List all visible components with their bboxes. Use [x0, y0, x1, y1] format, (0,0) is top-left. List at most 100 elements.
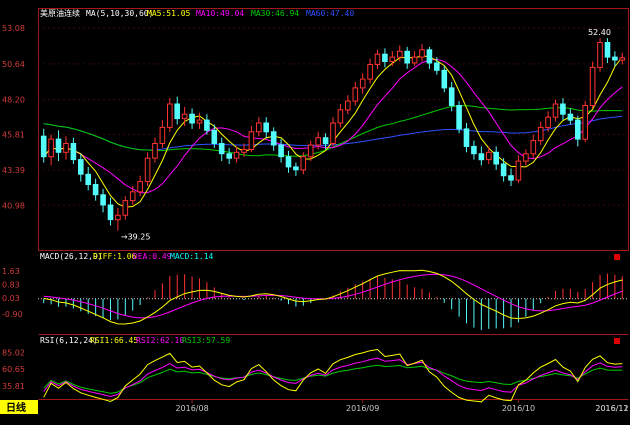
candle-up — [137, 181, 143, 193]
candle-down — [226, 153, 232, 159]
candle-up — [337, 109, 344, 124]
rsi-tick-label: 35.81 — [2, 382, 25, 391]
candle-down — [174, 103, 180, 120]
candle-down — [322, 137, 329, 145]
rsi-tick-label: 60.65 — [2, 365, 25, 374]
candle-up — [63, 143, 69, 153]
low-price-label: →39.25 — [121, 233, 151, 242]
candle-up — [367, 64, 373, 80]
macd-tick-label: 0.03 — [2, 294, 20, 303]
candle-down — [40, 135, 47, 158]
macd-tick-label: 1.63 — [2, 267, 20, 276]
rsi3-legend: RSI3:57.59 — [182, 336, 230, 345]
candle-down — [493, 151, 499, 165]
ma10-legend: MA10:49.04 — [196, 9, 244, 18]
candle-down — [285, 156, 292, 168]
candle-up — [115, 214, 121, 221]
rsi-panel-marker[interactable] — [614, 338, 620, 344]
candle-up — [167, 103, 173, 128]
candle-down — [218, 143, 225, 155]
candle-up — [307, 144, 314, 158]
candle-down — [382, 53, 388, 63]
macd-value-legend: MACD:1.14 — [170, 252, 214, 261]
candle-up — [589, 66, 596, 106]
candle-down — [85, 173, 92, 186]
candle-up — [159, 126, 166, 145]
candle-up — [181, 113, 188, 120]
candle-up — [619, 57, 626, 61]
candle-down — [100, 194, 106, 206]
ma30-legend: MA30:46.94 — [251, 9, 299, 18]
candle-up — [345, 100, 351, 111]
candle-up — [330, 122, 336, 144]
candle-down — [471, 145, 477, 155]
time-tick-label: 2016/12 — [595, 404, 628, 413]
candle-up — [597, 42, 603, 68]
candle-up — [315, 137, 321, 146]
candle-up — [233, 151, 240, 159]
candle-up — [359, 78, 366, 89]
candle-down — [508, 175, 514, 181]
price-tick-label: 40.98 — [2, 201, 25, 210]
candle-up — [411, 56, 418, 64]
rsi-legend: RSI(6,12,24) RSI1:66.45 RSI2:62.10 RSI3:… — [40, 336, 230, 345]
price-tick-label: 48.20 — [2, 96, 25, 105]
rsi1-legend: RSI1:66.45 — [90, 336, 138, 345]
candle-down — [426, 49, 433, 64]
ma5-legend: MA5:51.05 — [147, 9, 191, 18]
time-tick-label: 2016/09 — [346, 404, 379, 413]
candle-up — [48, 138, 54, 158]
price-tick-label: 43.39 — [2, 166, 25, 175]
period-tab-label: 日线 — [6, 401, 26, 414]
price-tick-label: 45.81 — [2, 131, 25, 140]
candle-up — [486, 151, 492, 161]
candle-up — [582, 105, 589, 140]
macd-tick-label: 0.83 — [2, 281, 20, 290]
candle-down — [55, 138, 62, 153]
candle-down — [456, 105, 462, 130]
rsi-y-ticks: 85.02 60.65 35.81 — [2, 349, 25, 391]
candle-up — [300, 156, 307, 171]
candle-up — [397, 50, 403, 58]
candle-up — [530, 140, 537, 155]
candle-down — [434, 62, 440, 71]
candle-down — [92, 184, 99, 196]
candle-down — [463, 128, 470, 147]
candle-up — [241, 148, 247, 153]
candle-down — [448, 87, 455, 107]
price-legend: 美原油连续 MA(5,10,30,60) MA5:51.05 MA10:49.0… — [40, 8, 354, 18]
candle-down — [278, 144, 284, 158]
instrument-name: 美原油连续 — [40, 8, 80, 18]
macd-legend: MACD(26,12,9) DIFF:1.06 DEA:0.49 MACD:1.… — [40, 252, 214, 261]
ma-indicator-label: MA(5,10,30,60) — [86, 9, 153, 18]
candle-up — [352, 87, 359, 102]
candle-down — [604, 42, 611, 58]
candle-down — [78, 159, 84, 175]
rsi2-legend: RSI2:62.10 — [136, 336, 184, 345]
candle-down — [293, 166, 299, 171]
candle-up — [152, 143, 158, 159]
candle-down — [70, 143, 77, 161]
candle-up — [419, 49, 425, 58]
price-tick-label: 50.64 — [2, 60, 25, 69]
macd-tick-label: -0.90 — [2, 310, 23, 319]
candle-up — [374, 53, 381, 65]
candle-up — [196, 119, 203, 124]
candle-down — [478, 153, 485, 161]
high-price-label: 52.40 — [588, 28, 611, 37]
candle-up — [537, 126, 544, 142]
macd-panel-marker[interactable] — [614, 254, 620, 260]
candle-down — [500, 163, 507, 177]
rsi-tick-label: 85.02 — [2, 349, 25, 358]
candle-down — [441, 69, 448, 89]
candle-up — [256, 122, 262, 133]
candle-down — [575, 119, 581, 140]
candle-up — [552, 103, 559, 118]
candle-down — [404, 50, 410, 64]
candle-up — [545, 116, 551, 128]
candle-down — [211, 129, 218, 145]
futures-chart[interactable]: 美原油连续 MA(5,10,30,60) MA5:51.05 MA10:49.0… — [0, 0, 630, 425]
dea-legend: DEA:0.49 — [133, 252, 172, 261]
candle-down — [204, 119, 210, 131]
candle-down — [189, 113, 195, 124]
